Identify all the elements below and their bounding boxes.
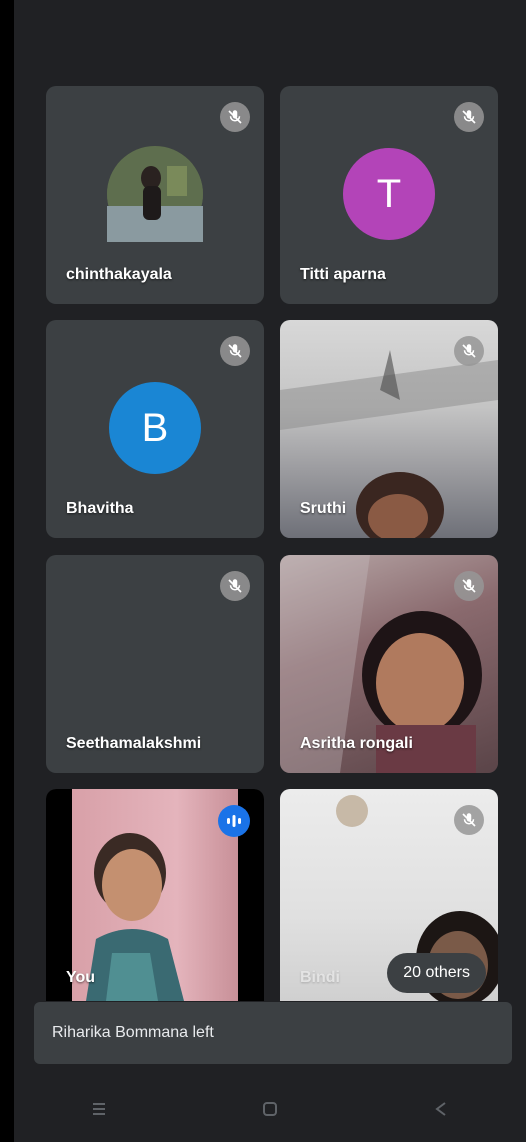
participant-tile[interactable]: Bindi 20 others xyxy=(280,789,498,1001)
participant-left-toast: Riharika Bommana left xyxy=(34,1002,512,1064)
mic-off-icon xyxy=(220,336,250,366)
participant-name: Bindi xyxy=(300,969,340,986)
participant-name: Asritha rongali xyxy=(300,735,413,752)
participant-tile[interactable]: T Titti aparna xyxy=(280,86,498,304)
participant-tile[interactable]: Sruthi xyxy=(280,320,498,538)
recents-button[interactable] xyxy=(79,1089,119,1129)
home-icon xyxy=(262,1102,277,1116)
avatar-initial: B xyxy=(141,405,169,450)
participant-name: Titti aparna xyxy=(300,266,386,283)
avatar-initial: T xyxy=(376,171,402,216)
photo-figure xyxy=(107,146,203,242)
participant-avatar-photo xyxy=(107,146,203,242)
participant-name: Sruthi xyxy=(300,500,347,517)
mic-off-icon xyxy=(454,336,484,366)
participant-name: Bhavitha xyxy=(66,500,134,517)
participant-name: chinthakayala xyxy=(66,266,172,283)
recents-icon xyxy=(93,1103,106,1115)
participant-name: Seethamalakshmi xyxy=(66,735,202,752)
back-button[interactable] xyxy=(421,1089,461,1129)
participant-avatar: B xyxy=(109,382,201,474)
participant-tile[interactable]: B Bhavitha xyxy=(46,320,264,538)
system-navigation-bar xyxy=(14,1076,526,1142)
participant-name: You xyxy=(66,969,96,986)
participant-tile[interactable]: Seethamalakshmi xyxy=(46,555,264,773)
mic-off-icon xyxy=(220,102,250,132)
participant-tile[interactable]: chinthakayala xyxy=(46,86,264,304)
participant-tile[interactable]: Asritha rongali xyxy=(280,555,498,773)
meeting-screen: chinthakayala T Titti aparna B Bhavitha xyxy=(14,0,526,1142)
self-tile[interactable]: You xyxy=(46,789,264,1001)
mic-off-icon xyxy=(220,571,250,601)
mic-off-icon xyxy=(454,102,484,132)
mic-off-icon xyxy=(454,571,484,601)
audio-level-icon xyxy=(218,805,250,837)
back-icon xyxy=(434,1102,446,1116)
toast-text: Riharika Bommana left xyxy=(52,1024,214,1041)
mic-off-icon xyxy=(454,805,484,835)
home-button[interactable] xyxy=(250,1089,290,1129)
others-button[interactable]: 20 others xyxy=(387,953,486,993)
participant-avatar: T xyxy=(343,148,435,240)
